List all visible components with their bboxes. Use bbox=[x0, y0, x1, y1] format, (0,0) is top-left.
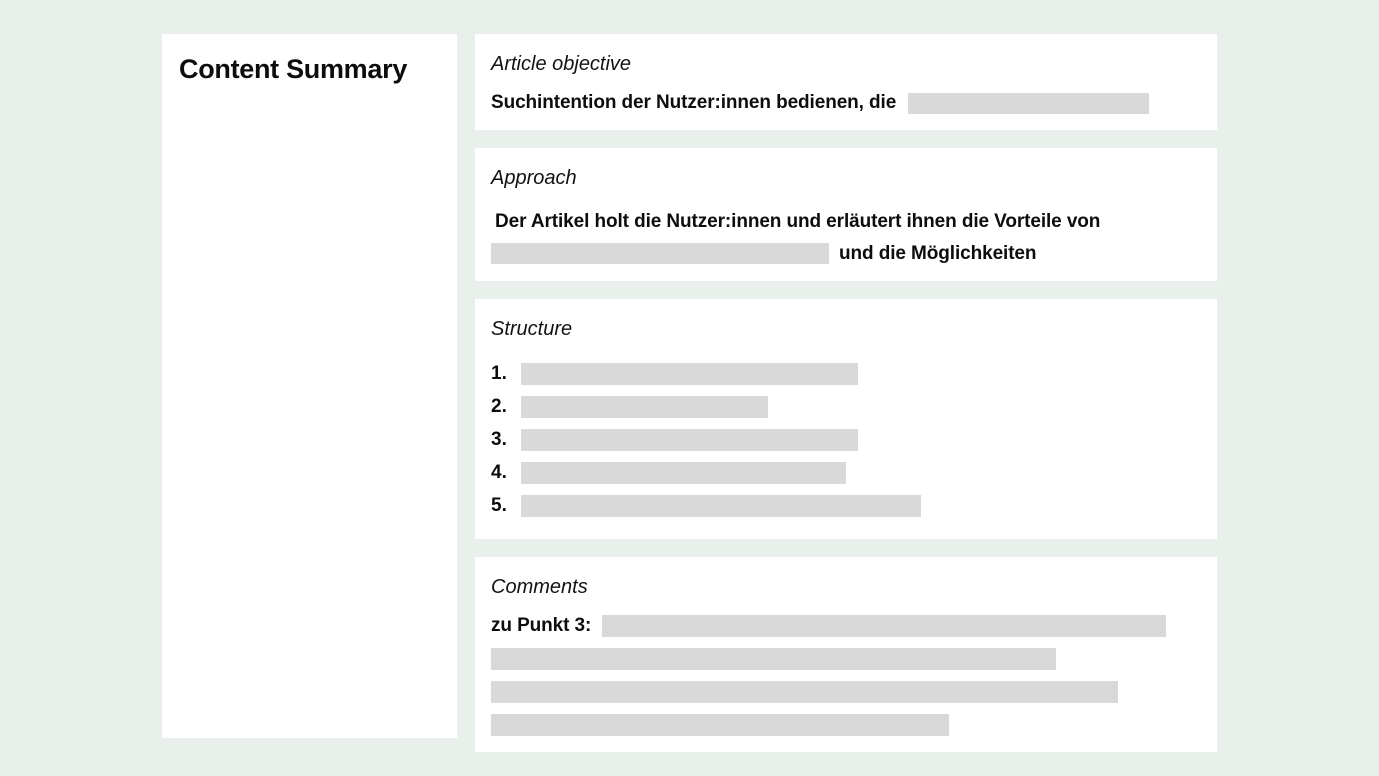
left-panel: Content Summary bbox=[162, 34, 457, 738]
approach-text-row-2: und die Möglichkeiten bbox=[491, 243, 1201, 265]
structure-item-number: 3. bbox=[491, 429, 507, 451]
comment-row bbox=[491, 680, 1201, 703]
comments-body: zu Punkt 3: bbox=[491, 614, 1201, 736]
comment-row bbox=[491, 713, 1201, 736]
card-heading-article-objective: Article objective bbox=[491, 53, 632, 75]
approach-redaction-bar bbox=[491, 243, 829, 265]
structure-item-number: 5. bbox=[491, 495, 507, 517]
comment-row bbox=[491, 647, 1201, 670]
card-comments: Comments zu Punkt 3: bbox=[475, 556, 1217, 752]
structure-list-item: 4. bbox=[491, 457, 1201, 490]
comment-first-row: zu Punkt 3: bbox=[491, 614, 1201, 637]
structure-list-item: 5. bbox=[491, 490, 1201, 523]
structure-item-number: 2. bbox=[491, 396, 507, 418]
structure-list-item: 1. bbox=[491, 358, 1201, 391]
structure-item-number: 4. bbox=[491, 462, 507, 484]
card-structure: Structure 1. 2. 3. 4. 5. bbox=[475, 298, 1217, 539]
comment-redaction-bar bbox=[491, 713, 949, 736]
content-summary-page: Content Summary Article objective Suchin… bbox=[0, 0, 1379, 776]
structure-item-number: 1. bbox=[491, 363, 507, 385]
structure-list-item: 2. bbox=[491, 391, 1201, 424]
card-heading-structure: Structure bbox=[491, 317, 573, 340]
card-heading-approach: Approach bbox=[491, 167, 577, 189]
approach-text-line-1: Der Artikel holt die Nutzer:innen und er… bbox=[495, 211, 1101, 232]
structure-list-item: 3. bbox=[491, 424, 1201, 457]
structure-item-redaction-bar bbox=[521, 495, 921, 518]
structure-item-redaction-bar bbox=[521, 363, 858, 386]
comment-extra-rows bbox=[491, 647, 1201, 736]
page-title: Content Summary bbox=[179, 54, 408, 84]
comment-label: zu Punkt 3: bbox=[491, 614, 592, 636]
approach-text-line-2: und die Möglichkeiten bbox=[839, 242, 1037, 264]
cards-column: Article objective Suchintention der Nutz… bbox=[475, 34, 1217, 752]
structure-item-redaction-bar bbox=[521, 462, 846, 485]
approach-body: Der Artikel holt die Nutzer:innen und er… bbox=[491, 210, 1201, 265]
card-approach: Approach Der Artikel holt die Nutzer:inn… bbox=[475, 148, 1217, 281]
card-heading-comments: Comments bbox=[491, 575, 588, 598]
objective-text: Suchintention der Nutzer:innen bedienen,… bbox=[491, 92, 897, 113]
card-article-objective: Article objective Suchintention der Nutz… bbox=[475, 34, 1217, 130]
structure-item-redaction-bar bbox=[521, 396, 768, 419]
comment-redaction-bar-1 bbox=[602, 614, 1167, 637]
comment-redaction-bar bbox=[491, 680, 1118, 703]
structure-item-redaction-bar bbox=[521, 429, 858, 452]
objective-text-row: Suchintention der Nutzer:innen bedienen,… bbox=[491, 92, 1201, 114]
comment-redaction-bar bbox=[491, 647, 1056, 670]
objective-redaction-bar bbox=[908, 92, 1150, 114]
structure-list: 1. 2. 3. 4. 5. bbox=[491, 358, 1201, 523]
